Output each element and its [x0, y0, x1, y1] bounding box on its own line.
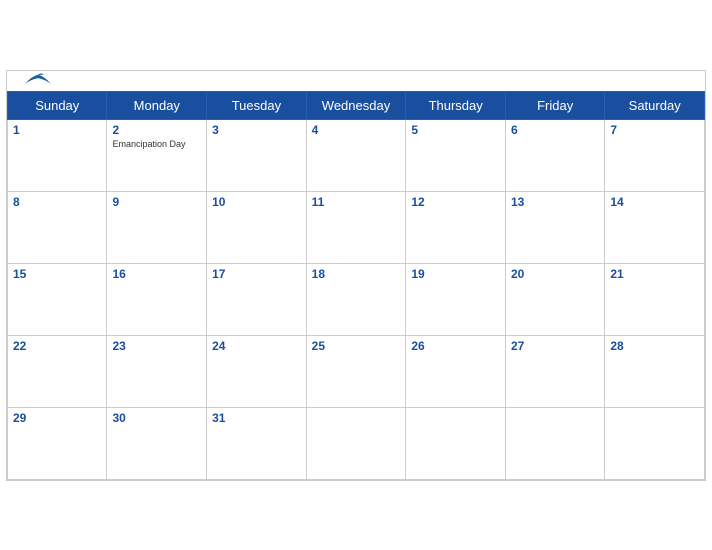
calendar-table: SundayMondayTuesdayWednesdayThursdayFrid…: [7, 91, 705, 480]
table-row: [505, 407, 604, 479]
table-row: 3: [207, 119, 307, 191]
day-header-friday: Friday: [505, 91, 604, 119]
day-header-monday: Monday: [107, 91, 207, 119]
day-number: 1: [13, 123, 101, 137]
day-number: 3: [212, 123, 301, 137]
table-row: [406, 407, 506, 479]
table-row: 15: [8, 263, 107, 335]
table-row: 12: [406, 191, 506, 263]
table-row: 7: [605, 119, 705, 191]
day-number: 30: [112, 411, 201, 425]
table-row: 25: [306, 335, 406, 407]
table-row: [306, 407, 406, 479]
day-header-wednesday: Wednesday: [306, 91, 406, 119]
logo-bird-icon: [23, 71, 53, 91]
table-row: 13: [505, 191, 604, 263]
table-row: 17: [207, 263, 307, 335]
holiday-label: Emancipation Day: [112, 139, 201, 150]
table-row: 1: [8, 119, 107, 191]
day-number: 31: [212, 411, 301, 425]
table-row: 28: [605, 335, 705, 407]
table-row: 31: [207, 407, 307, 479]
day-number: 11: [312, 195, 401, 209]
day-number: 24: [212, 339, 301, 353]
day-number: 21: [610, 267, 699, 281]
table-row: 8: [8, 191, 107, 263]
table-row: 14: [605, 191, 705, 263]
day-number: 20: [511, 267, 599, 281]
table-row: 23: [107, 335, 207, 407]
table-row: 19: [406, 263, 506, 335]
table-row: 9: [107, 191, 207, 263]
table-row: 30: [107, 407, 207, 479]
day-headers-row: SundayMondayTuesdayWednesdayThursdayFrid…: [8, 91, 705, 119]
week-row: 12 Emancipation Day 34567: [8, 119, 705, 191]
week-row: 15 16 17 18 19 20 21: [8, 263, 705, 335]
day-number: 15: [13, 267, 101, 281]
day-header-tuesday: Tuesday: [207, 91, 307, 119]
day-number: 13: [511, 195, 599, 209]
day-number: 23: [112, 339, 201, 353]
day-number: 8: [13, 195, 101, 209]
table-row: 24: [207, 335, 307, 407]
day-number: 17: [212, 267, 301, 281]
day-header-saturday: Saturday: [605, 91, 705, 119]
day-number: 7: [610, 123, 699, 137]
day-number: 22: [13, 339, 101, 353]
day-number: 25: [312, 339, 401, 353]
day-number: 14: [610, 195, 699, 209]
day-header-thursday: Thursday: [406, 91, 506, 119]
table-row: 16: [107, 263, 207, 335]
logo: [23, 71, 53, 91]
table-row: 18: [306, 263, 406, 335]
day-number: 27: [511, 339, 599, 353]
calendar: SundayMondayTuesdayWednesdayThursdayFrid…: [6, 70, 706, 481]
day-number: 10: [212, 195, 301, 209]
calendar-header: [7, 71, 705, 91]
table-row: 26: [406, 335, 506, 407]
table-row: 4: [306, 119, 406, 191]
day-number: 29: [13, 411, 101, 425]
day-number: 6: [511, 123, 599, 137]
day-number: 5: [411, 123, 500, 137]
table-row: 27: [505, 335, 604, 407]
day-number: 18: [312, 267, 401, 281]
table-row: 10: [207, 191, 307, 263]
day-number: 28: [610, 339, 699, 353]
table-row: 11: [306, 191, 406, 263]
day-number: 2: [112, 123, 201, 137]
day-number: 19: [411, 267, 500, 281]
week-row: 29 30 31: [8, 407, 705, 479]
table-row: 6: [505, 119, 604, 191]
day-header-sunday: Sunday: [8, 91, 107, 119]
table-row: [605, 407, 705, 479]
day-number: 26: [411, 339, 500, 353]
table-row: 29: [8, 407, 107, 479]
week-row: 22 23 24 25 26 27 28: [8, 335, 705, 407]
day-number: 4: [312, 123, 401, 137]
table-row: 2 Emancipation Day: [107, 119, 207, 191]
day-number: 16: [112, 267, 201, 281]
table-row: 5: [406, 119, 506, 191]
day-number: 12: [411, 195, 500, 209]
table-row: 20: [505, 263, 604, 335]
table-row: 21: [605, 263, 705, 335]
table-row: 22: [8, 335, 107, 407]
week-row: 89 10 11 12 13 14: [8, 191, 705, 263]
day-number: 9: [112, 195, 201, 209]
